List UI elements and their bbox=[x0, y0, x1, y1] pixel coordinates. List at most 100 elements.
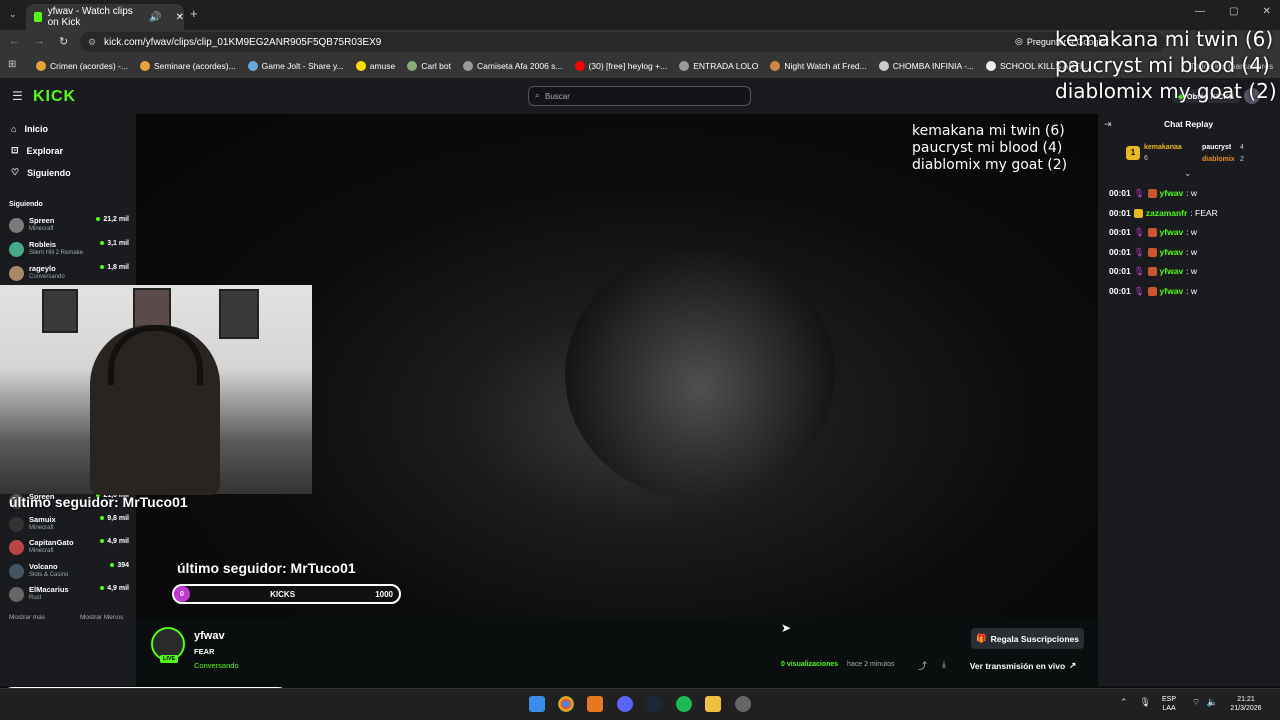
bookmark-item[interactable]: ENTRADA LOLO bbox=[679, 61, 758, 71]
bookmark-icon bbox=[36, 61, 46, 71]
site-info-icon[interactable]: ⚙ bbox=[88, 37, 96, 48]
show-more-link[interactable]: Mostrar más bbox=[9, 614, 45, 621]
steam-icon[interactable] bbox=[646, 696, 662, 712]
avatar bbox=[9, 218, 24, 233]
new-tab-button[interactable]: + bbox=[190, 6, 198, 21]
bookmark-label: amuse bbox=[369, 61, 396, 71]
bookmark-item[interactable]: Camiseta Afa 2006 s... bbox=[463, 61, 563, 71]
windows-start-icon[interactable] bbox=[529, 696, 545, 712]
channel-name[interactable]: yfwav bbox=[194, 630, 225, 642]
minimize-icon[interactable]: — bbox=[1195, 6, 1205, 17]
spotify-icon[interactable] bbox=[676, 696, 692, 712]
msg-user[interactable]: yfwav bbox=[1160, 227, 1184, 237]
back-icon[interactable]: ← bbox=[9, 35, 20, 48]
chat-message: 00:01 🎙 yfwav: w bbox=[1109, 225, 1197, 239]
bookmark-item[interactable]: Seminare (acordes)... bbox=[139, 61, 236, 71]
wifi-icon[interactable]: ⌔ bbox=[1192, 697, 1200, 708]
file-explorer-icon[interactable] bbox=[705, 696, 721, 712]
bookmark-item[interactable]: Carl bot bbox=[407, 61, 451, 71]
avatar bbox=[9, 540, 24, 555]
search-placeholder: Buscar bbox=[545, 91, 570, 101]
bookmark-item[interactable]: Night Watch at Fred... bbox=[770, 61, 867, 71]
following-item[interactable]: CapitanGato Minecraft 4,9 mil bbox=[9, 538, 129, 560]
bookmark-item[interactable]: Game Jolt - Share y... bbox=[247, 61, 344, 71]
avatar bbox=[9, 587, 24, 602]
nav-home[interactable]: ⌂ Inicio bbox=[11, 124, 48, 134]
following-item[interactable]: Robleis Silent Hill 2 Remake 3,1 mil bbox=[9, 240, 129, 262]
top-chatter: kemakana mi twin (6) bbox=[1055, 27, 1274, 51]
browser-tab[interactable]: yfwav - Watch clips on Kick 🔊 ✕ bbox=[26, 4, 184, 30]
bookmark-item[interactable]: CHOMBA INFINIA -... bbox=[878, 61, 974, 71]
discord-icon[interactable] bbox=[617, 696, 633, 712]
msg-user[interactable]: yfwav bbox=[1160, 286, 1184, 296]
share-icon[interactable]: ⤴ bbox=[918, 659, 927, 672]
tab-close-icon[interactable]: ✕ bbox=[176, 12, 184, 23]
chrome-icon[interactable] bbox=[558, 696, 574, 712]
bookmark-icon bbox=[247, 61, 258, 71]
following-item[interactable]: Spreen Minecraft 21,2 mil bbox=[9, 216, 129, 238]
menu-icon[interactable]: ☰ bbox=[12, 89, 23, 103]
bookmark-item[interactable]: amuse bbox=[355, 61, 396, 71]
channel-category: Minecraft bbox=[29, 525, 54, 531]
viewer-count: 3,1 mil bbox=[100, 240, 129, 247]
forward-icon[interactable]: → bbox=[34, 35, 45, 48]
watch-live-button[interactable]: Ver transmisión en vivo ↗ bbox=[962, 656, 1084, 675]
youtube-icon bbox=[574, 61, 585, 71]
kick-logo[interactable]: KICK bbox=[33, 88, 76, 106]
fl-studio-icon[interactable] bbox=[587, 696, 603, 712]
reload-icon[interactable]: ↻ bbox=[59, 35, 68, 48]
channel-category: Conversando bbox=[29, 274, 65, 280]
viewer-count: 21,2 mil bbox=[96, 216, 129, 223]
bookmark-icon bbox=[139, 61, 150, 71]
app-icon[interactable] bbox=[735, 696, 751, 712]
download-icon[interactable]: ⤓ bbox=[942, 659, 946, 670]
microphone-icon[interactable]: 🎙 bbox=[1140, 697, 1151, 708]
gift-subs-button[interactable]: 🎁 Regala Suscripciones bbox=[971, 628, 1084, 649]
top-chatter: diablomix my goat (2) bbox=[912, 157, 1068, 173]
audio-icon[interactable]: 🔊 bbox=[149, 12, 161, 23]
tab-search-icon[interactable]: ⌄ bbox=[9, 9, 17, 20]
search-input[interactable]: ⌕ Buscar bbox=[528, 86, 751, 106]
tray-chevron-icon[interactable]: ⌃ bbox=[1120, 697, 1128, 708]
video-frame-face bbox=[565, 250, 835, 500]
bookmark-item[interactable]: (30) [free] heylog +... bbox=[574, 61, 668, 71]
msg-text: : w bbox=[1186, 188, 1198, 198]
apps-icon[interactable]: ⊞ bbox=[8, 59, 16, 70]
msg-time: 00:01 bbox=[1109, 188, 1131, 198]
language-indicator[interactable]: ESP LAA bbox=[1162, 695, 1176, 713]
close-window-icon[interactable]: ✕ bbox=[1262, 6, 1270, 17]
msg-text: : w bbox=[1186, 227, 1198, 237]
expand-leaderboard-icon[interactable]: ⌄ bbox=[1184, 168, 1192, 179]
collapse-chat-icon[interactable]: ⇥ bbox=[1104, 119, 1112, 130]
following-item[interactable]: Samuix Minecraft 9,8 mil bbox=[9, 515, 129, 537]
bookmark-label: (30) [free] heylog +... bbox=[588, 61, 668, 71]
following-item[interactable]: Volcano Slots & Casino 394 bbox=[9, 562, 129, 584]
chat-message: 00:01 🎙 yfwav: w bbox=[1109, 284, 1197, 298]
gift-subs-label: Regala Suscripciones bbox=[990, 633, 1079, 644]
bookmark-label: Camiseta Afa 2006 s... bbox=[477, 61, 563, 71]
nav-label: Explorar bbox=[26, 145, 64, 156]
avatar bbox=[9, 564, 24, 579]
nav-explore[interactable]: ⊡ Explorar bbox=[11, 145, 63, 156]
msg-user[interactable]: zazamanfr bbox=[1146, 208, 1188, 218]
bookmark-icon bbox=[463, 61, 473, 71]
leader-name: kemakanaa bbox=[1144, 144, 1182, 151]
viewer-count: 9,8 mil bbox=[100, 515, 129, 522]
bookmark-item[interactable]: Crimen (acordes) -... bbox=[36, 61, 128, 71]
nav-following[interactable]: ♡ Siguiendo bbox=[11, 167, 71, 178]
clock[interactable]: 21:21 21/3/2026 bbox=[1228, 695, 1264, 713]
following-item[interactable]: rageylo Conversando 1,8 mil bbox=[9, 264, 129, 286]
mic-badge-icon: 🎙 bbox=[1133, 187, 1145, 198]
bookmark-icon bbox=[770, 61, 781, 71]
url-field[interactable]: ⚙ kick.com/yfwav/clips/clip_01KM9EG2ANR9… bbox=[80, 32, 1165, 52]
volume-icon[interactable]: 🔈 bbox=[1206, 697, 1217, 708]
msg-user[interactable]: yfwav bbox=[1160, 188, 1184, 198]
msg-user[interactable]: yfwav bbox=[1160, 266, 1184, 276]
time-ago: hace 2 minutos bbox=[847, 661, 895, 668]
show-less-link[interactable]: Mostrar Menos bbox=[80, 614, 123, 621]
following-item[interactable]: ElMacarius Rust 4,9 mil bbox=[9, 585, 129, 607]
clip-category[interactable]: Conversando bbox=[194, 661, 239, 670]
maximize-icon[interactable]: ▢ bbox=[1229, 6, 1238, 17]
msg-user[interactable]: yfwav bbox=[1160, 247, 1184, 257]
chat-title: Chat Replay bbox=[1164, 119, 1214, 129]
